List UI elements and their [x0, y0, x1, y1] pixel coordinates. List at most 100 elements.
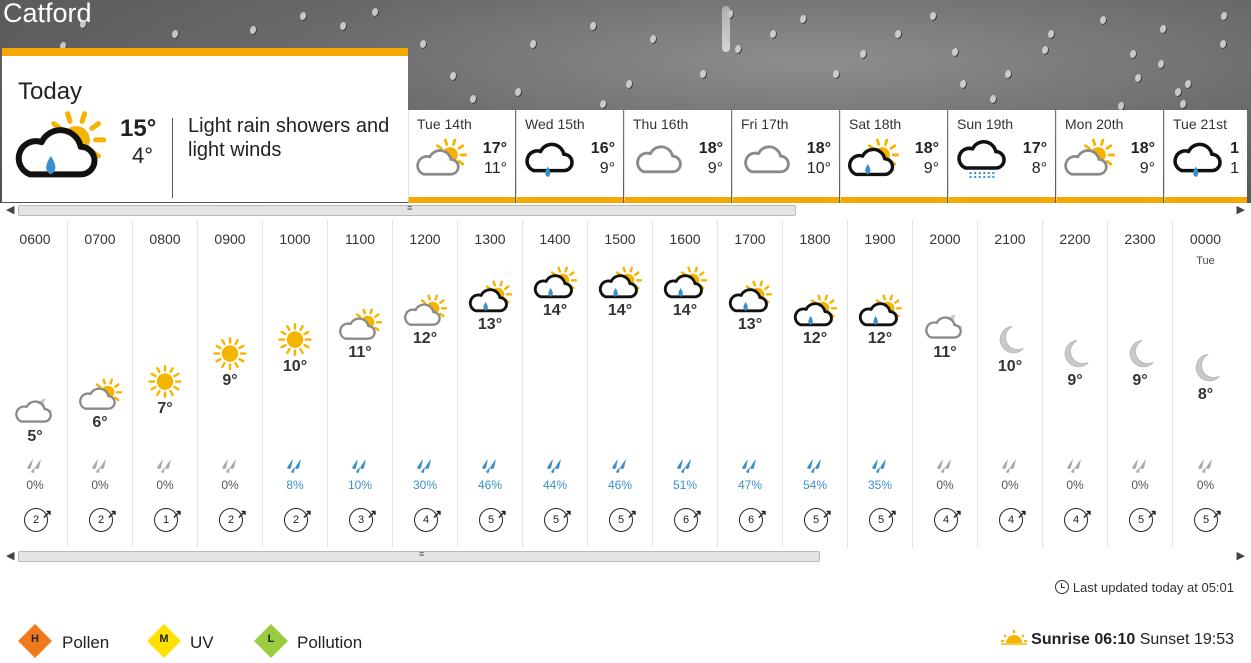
scroll-right-icon[interactable]: ▶ [1237, 549, 1245, 563]
day-max-temp: 16° [590, 140, 615, 157]
uv-index[interactable]: M UV [147, 624, 232, 659]
day-tab-sun-19th[interactable]: Sun 19th 17° 8° [948, 110, 1055, 203]
day-tab-mon-20th[interactable]: Mon 20th 18° 9° [1056, 110, 1163, 203]
raindrop-decoration [372, 8, 379, 17]
hour-column-1200[interactable]: 1200 12° 30% 4 ↗ [393, 220, 458, 548]
wind-direction-icon: ↗ [431, 507, 442, 521]
rain-probability: 30% [412, 478, 438, 492]
sun-cloud-rain-icon [468, 280, 513, 320]
hour-time: 1700 [734, 231, 766, 247]
hour-column-1500[interactable]: 1500 14° 46% 5 ↗ [588, 220, 653, 548]
hour-column-1900[interactable]: 1900 12° 35% 5 ↗ [848, 220, 913, 548]
wind-speed: 2 ↗ [89, 507, 117, 532]
raindrops-icon [1108, 458, 1172, 479]
day-scrollbar[interactable]: ◀ ≡ ▶ [0, 203, 1251, 217]
hour-time: 2100 [994, 231, 1026, 247]
scroll-thumb[interactable]: ≡ [18, 203, 796, 216]
hour-column-0600[interactable]: 0600 5° 0% 2 ↗ [3, 220, 68, 548]
hour-column-1000[interactable]: 1000 10° 8% 2 ↗ [263, 220, 328, 548]
weather-page: Catford Today 15° 4° Light rain showers … [0, 0, 1251, 663]
rain-probability: 0% [936, 478, 954, 492]
today-card[interactable]: Today 15° 4° Light rain showers and ligh… [2, 48, 408, 202]
day-tab-label: Fri 17th [741, 116, 789, 132]
hour-temp: 12° [412, 330, 438, 347]
hour-column-1300[interactable]: 1300 13° 46% 5 ↗ [458, 220, 523, 548]
raindrop-decoration [1135, 74, 1142, 83]
last-updated-text: Last updated today at 05:01 [1072, 580, 1234, 595]
raindrops-icon [328, 458, 392, 479]
hour-column-0000[interactable]: 0000 Tue 8° 0% 5 ↗ [1173, 220, 1238, 548]
hour-column-2300[interactable]: 2300 9° 0% 5 ↗ [1108, 220, 1173, 548]
scroll-thumb[interactable]: ≡ [18, 549, 820, 562]
raindrop-decoration [990, 95, 997, 104]
day-tab-thu-16th[interactable]: Thu 16th 18° 9° [624, 110, 731, 203]
hour-column-2200[interactable]: 2200 9° 0% 4 ↗ [1043, 220, 1108, 548]
pollution-index[interactable]: L Pollution [254, 624, 379, 659]
rain-probability: 10% [347, 478, 373, 492]
raindrop-decoration [960, 80, 967, 89]
hour-column-1400[interactable]: 1400 14° 44% 5 ↗ [523, 220, 588, 548]
hour-time: 2300 [1124, 231, 1156, 247]
raindrops-icon [68, 458, 132, 479]
pollen-index[interactable]: H Pollen [18, 624, 123, 659]
raindrops-icon [718, 458, 782, 479]
raindrop-decoration [1130, 50, 1137, 59]
wind-direction-icon: ↗ [1081, 507, 1092, 521]
sun-cloud-icon [1063, 138, 1116, 185]
rain-probability: 54% [802, 478, 828, 492]
day-tab-fri-17th[interactable]: Fri 17th 18° 10° [732, 110, 839, 203]
day-tab-label: Tue 14th [417, 116, 472, 132]
raindrop-decoration [650, 35, 657, 44]
sun-cloud-icon [78, 378, 123, 418]
raindrop-decoration [450, 72, 457, 81]
raindrops-icon [1043, 458, 1107, 479]
rain-probability: 51% [672, 478, 698, 492]
scroll-left-icon[interactable]: ◀ [6, 203, 14, 217]
day-tab-label: Tue 21st [1173, 116, 1227, 132]
rain-probability: 0% [91, 478, 109, 492]
hour-column-2100[interactable]: 2100 10° 0% 4 ↗ [978, 220, 1043, 548]
rain-probability: 44% [542, 478, 568, 492]
raindrops-icon [523, 458, 587, 479]
hour-time: 1100 [344, 231, 376, 247]
hour-column-1600[interactable]: 1600 14° 51% 6 ↗ [653, 220, 718, 548]
wind-direction-icon: ↗ [496, 507, 507, 521]
hour-column-1700[interactable]: 1700 13° 47% 6 ↗ [718, 220, 783, 548]
day-tab-tue-14th[interactable]: Tue 14th 17° 11° [408, 110, 515, 203]
hour-column-2000[interactable]: 2000 11° 0% 4 ↗ [913, 220, 978, 548]
day-tab-sat-18th[interactable]: Sat 18th 18° 9° [840, 110, 947, 203]
wind-speed: 4 ↗ [999, 507, 1027, 532]
hour-column-0700[interactable]: 0700 6° 0% 2 ↗ [68, 220, 133, 548]
moon-icon [1053, 336, 1097, 376]
cloud-rain-icon [1171, 138, 1223, 185]
scroll-right-icon[interactable]: ▶ [1237, 203, 1245, 217]
day-tab-tue-21st[interactable]: Tue 21st 1 1 [1164, 110, 1247, 203]
rain-probability: 46% [607, 478, 633, 492]
hour-column-0900[interactable]: 0900 9° 0% 2 ↗ [198, 220, 263, 548]
hour-column-1100[interactable]: 1100 11° 10% 3 ↗ [328, 220, 393, 548]
wind-speed: 5 ↗ [1129, 507, 1157, 532]
hour-time: 1800 [799, 231, 831, 247]
day-min-temp: 9° [923, 160, 939, 177]
raindrops-icon [1173, 458, 1238, 479]
hourly-scrollbar[interactable]: ◀ ≡ ▶ [0, 549, 1251, 563]
hour-column-1800[interactable]: 1800 12° 54% 5 ↗ [783, 220, 848, 548]
sun-icon [143, 364, 187, 404]
clock-icon [1054, 580, 1069, 594]
hour-column-0800[interactable]: 0800 7° 0% 1 ↗ [133, 220, 198, 548]
rain-probability: 0% [1001, 478, 1019, 492]
today-max-temp: 15° [120, 115, 157, 142]
wind-speed: 5 ↗ [609, 507, 637, 532]
scroll-left-icon[interactable]: ◀ [6, 549, 14, 563]
wind-direction-icon: ↗ [691, 507, 702, 521]
hour-time: 1600 [669, 231, 701, 247]
wind-direction-icon: ↗ [756, 507, 767, 521]
hour-temp: 13° [477, 316, 503, 333]
day-tab-wed-15th[interactable]: Wed 15th 16° 9° [516, 110, 623, 203]
hour-time: 2000 [929, 231, 961, 247]
day-tab-label: Sun 19th [957, 116, 1014, 132]
wind-direction-icon: ↗ [106, 507, 117, 521]
raindrop-decoration [1100, 16, 1107, 25]
sun-cloud-icon [415, 138, 468, 185]
today-label: Today [18, 78, 83, 105]
